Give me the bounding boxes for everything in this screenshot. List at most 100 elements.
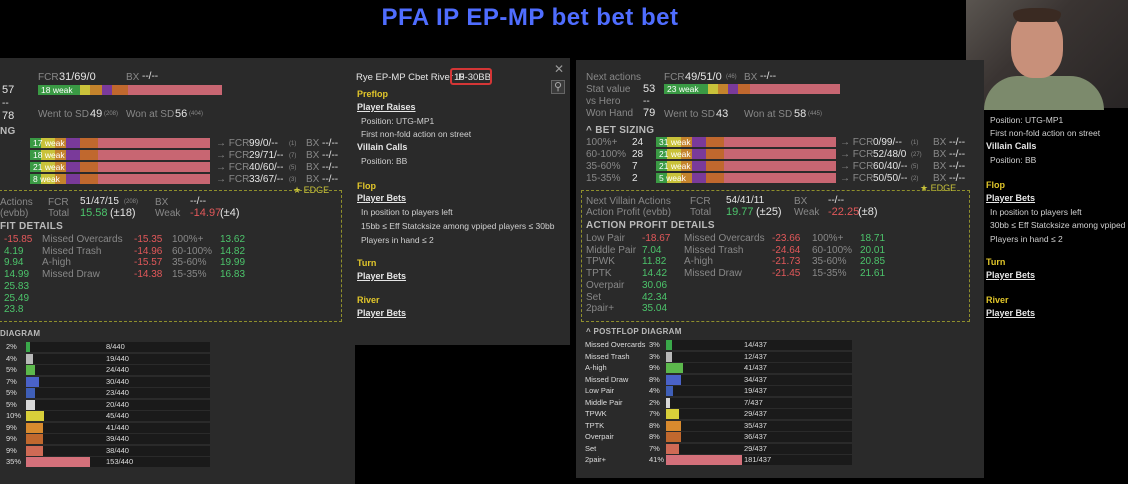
- flop-player-bets-link[interactable]: Player Bets: [357, 193, 406, 203]
- pin-icon[interactable]: ⚲: [551, 80, 565, 94]
- sizing-arrow: → FCR: [216, 150, 250, 161]
- won-hand-value: 78: [2, 110, 15, 122]
- profit-value: 11.82: [642, 256, 667, 268]
- stat-value-label: Stat value: [586, 84, 631, 95]
- fcr-label: FCR: [664, 72, 685, 83]
- total-label: Total: [690, 207, 712, 218]
- preflop-position: Position: UTG-MP1: [361, 116, 435, 126]
- strength-bar-top: 18 weak: [38, 85, 222, 95]
- bar-segment: [705, 161, 724, 171]
- vs-hero-value: --: [643, 96, 650, 107]
- profit-label: Missed Trash: [684, 244, 744, 256]
- diagram-fill: [26, 411, 45, 421]
- profit-value: 20.85: [860, 256, 886, 268]
- profit-label: Overpair: [586, 279, 625, 291]
- diagram-header: DIAGRAM: [0, 329, 41, 338]
- river-player-bets-link[interactable]: Player Bets: [357, 308, 406, 318]
- won-sd-value: 56: [175, 108, 188, 120]
- sizing-bx: BX: [306, 174, 320, 185]
- side-river: River: [986, 295, 1009, 305]
- sizing-count: 7: [632, 161, 638, 172]
- diagram-percent: 9%: [6, 434, 17, 443]
- sizing-bar-2-label: 21 weak: [659, 161, 691, 171]
- bar-segment: [97, 174, 210, 184]
- side-river-bets-link[interactable]: Player Bets: [986, 308, 1035, 318]
- collapse-icon[interactable]: ^: [586, 125, 595, 136]
- bar-segment: [66, 150, 80, 160]
- weak-label-2: Weak: [155, 208, 181, 219]
- sizing-bx: BX: [306, 162, 320, 173]
- sizing-bar-2: 21 weak: [30, 162, 210, 172]
- diagram-fill: [26, 445, 43, 456]
- diagram-percent: 7%: [649, 443, 660, 453]
- side-flop-bets-link[interactable]: Player Bets: [986, 193, 1035, 203]
- diagram-percent: 5%: [6, 365, 17, 374]
- sizing-arrow: → FCR: [216, 138, 250, 149]
- profit-value: 16.83: [220, 269, 246, 281]
- profit-details-header: FIT DETAILS: [0, 221, 64, 232]
- sizing-label: 60-100%: [812, 244, 853, 256]
- sizing-bx-value: --/--: [322, 174, 339, 185]
- weak-label: 18 weak: [41, 85, 73, 95]
- bar-segment: [692, 173, 706, 183]
- sizing-arrow: → FCR: [840, 173, 874, 184]
- turn-player-bets-link[interactable]: Player Bets: [357, 271, 406, 281]
- diagram-percent: 7%: [649, 409, 660, 418]
- presenter-hair: [1013, 8, 1061, 22]
- diagram-fill: [26, 376, 39, 387]
- sizing-label: 35-60%: [812, 256, 847, 268]
- sizing-fcr-count: (3): [289, 177, 297, 183]
- player-raises-link[interactable]: Player Raises: [357, 102, 416, 112]
- sizing-fcr: 33/67/--: [249, 174, 284, 185]
- sizing-pct: 15-35%: [586, 173, 621, 184]
- diagram-percent: 4%: [649, 386, 660, 395]
- sizing-label: 100%+: [812, 233, 844, 244]
- collapse-icon[interactable]: ^: [586, 327, 594, 336]
- sizing-fcr-count: (1): [289, 141, 297, 147]
- profit-value: 14.42: [642, 268, 668, 280]
- sizing-fcr: 99/0/--: [249, 138, 278, 149]
- profit-value: -14.38: [134, 269, 163, 281]
- diagram-percent: 3%: [649, 340, 660, 349]
- diagram-percent: 41%: [649, 455, 665, 464]
- side-turn-bets-link[interactable]: Player Bets: [986, 270, 1035, 280]
- side-turn: Turn: [986, 257, 1006, 267]
- profit-value: -15.35: [134, 234, 163, 245]
- diagram-fill: [26, 422, 43, 433]
- total-value: 19.77: [726, 206, 754, 218]
- filter-title: Rye EP-MP Cbet River IP: [356, 72, 465, 83]
- fcr-value: 31/69/0: [59, 71, 96, 83]
- sizing-fcr-count: (5): [289, 165, 297, 171]
- bar-segment: [97, 162, 210, 172]
- diagram-count: 45/440: [106, 411, 129, 420]
- sizing-bar-1-label: 18 weak: [33, 150, 65, 160]
- villain-fcr-value: 54/41/11: [726, 195, 765, 206]
- diagram-fill: [666, 340, 672, 350]
- close-icon[interactable]: ✕: [554, 62, 564, 76]
- diagram-label: Missed Overcards: [585, 340, 646, 349]
- sizing-bar-1-label: 21 weak: [659, 149, 691, 159]
- bar-segment: [97, 138, 210, 148]
- sizing-count: 24: [632, 137, 644, 148]
- diagram-count: 19/437: [744, 386, 767, 395]
- sizing-fcr-count: (2): [911, 176, 919, 182]
- diagram-label: A-high: [585, 363, 607, 372]
- profit-value: 14.99: [4, 269, 30, 281]
- diagram-percent: 8%: [649, 374, 660, 384]
- profit-value: 13.62: [220, 234, 246, 245]
- bx-value: --/--: [760, 71, 777, 82]
- profit-label: Low Pair: [586, 233, 625, 244]
- won-hand-value: 79: [643, 107, 656, 119]
- won-hand-label: Won Hand: [586, 108, 634, 119]
- bar-segment: [723, 173, 836, 183]
- diagram-percent: 3%: [649, 351, 660, 361]
- profit-label: Middle Pair: [586, 244, 637, 256]
- profit-label: A-high: [684, 256, 713, 268]
- sizing-fcr: 60/40/--: [873, 161, 908, 172]
- right-hud-panel: Next actions Stat value vs Hero Won Hand…: [576, 60, 984, 478]
- sizing-bar-0: 31 weak: [656, 137, 836, 147]
- diagram-count: 38/440: [106, 445, 129, 455]
- players-in-hand: Players in hand ≤ 2: [361, 235, 434, 245]
- bar-segment: [705, 149, 724, 159]
- diagram-count: 24/440: [106, 365, 129, 374]
